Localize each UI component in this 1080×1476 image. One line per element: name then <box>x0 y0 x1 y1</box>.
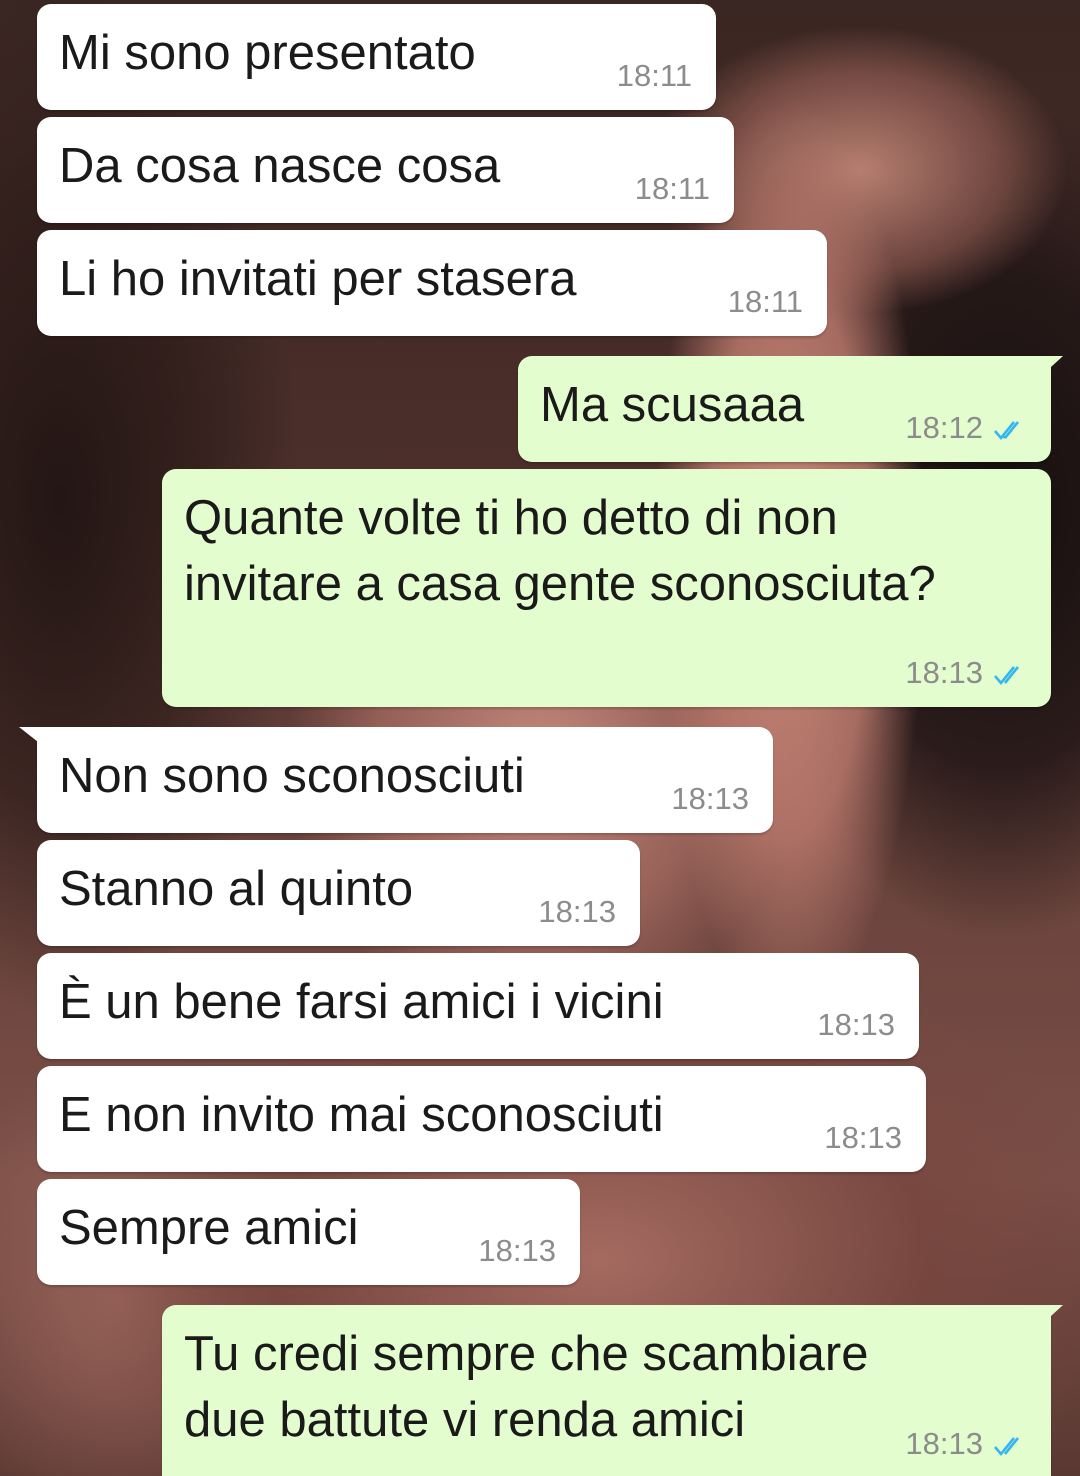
message-text: E non invito mai sconosciuti <box>59 1088 664 1142</box>
message-text: Mi sono presentato <box>59 26 476 80</box>
message-timestamp: 18:13 <box>538 894 616 929</box>
message-bubble-outgoing[interactable]: Quante volte ti ho detto di non invitare… <box>162 469 1051 707</box>
message-text-line: invitare a casa gente sconosciuta? <box>184 557 936 611</box>
message-bubble-incoming[interactable]: È un bene farsi amici i vicini 18:13 <box>37 953 919 1059</box>
message-text-line: Quante volte ti ho detto di non <box>184 491 838 545</box>
message-bubble-incoming[interactable]: Sempre amici 18:13 <box>37 1179 580 1285</box>
message-timestamp: 18:13 <box>478 1233 556 1268</box>
message-text: Sempre amici <box>59 1201 359 1255</box>
message-timestamp: 18:13 <box>817 1007 895 1042</box>
message-timestamp: 18:13 <box>824 1120 902 1155</box>
bubble-tail <box>19 727 47 749</box>
message-text: Li ho invitati per stasera <box>59 252 577 306</box>
message-timestamp: 18:12 <box>905 410 983 445</box>
message-bubble-incoming[interactable]: Stanno al quinto 18:13 <box>37 840 640 946</box>
double-check-icon <box>994 1437 1020 1457</box>
message-timestamp: 18:13 <box>671 781 749 816</box>
message-bubble-outgoing[interactable]: Ma scusaaa 18:12 <box>518 356 1063 462</box>
message-bubble-outgoing[interactable]: Tu credi sempre che scambiare due battut… <box>162 1305 1063 1476</box>
message-text-line: due battute vi renda amici <box>184 1393 746 1447</box>
message-text: Da cosa nasce cosa <box>59 139 501 193</box>
message-timestamp: 18:13 <box>905 1426 983 1461</box>
double-check-icon <box>994 666 1020 686</box>
message-timestamp: 18:11 <box>616 58 692 93</box>
message-bubble-incoming[interactable]: Non sono sconosciuti 18:13 <box>19 727 773 833</box>
message-bubble-incoming[interactable]: Da cosa nasce cosa 18:11 <box>37 117 734 223</box>
message-bubble-incoming[interactable]: Li ho invitati per stasera 18:11 <box>37 230 827 336</box>
message-timestamp: 18:13 <box>905 655 983 690</box>
message-meta: 18:12 <box>905 410 1027 446</box>
message-timestamp: 18:11 <box>727 284 803 319</box>
message-meta: 18:13 <box>905 1426 1027 1462</box>
message-text: Stanno al quinto <box>59 862 414 916</box>
message-text-line: Tu credi sempre che scambiare <box>184 1327 869 1381</box>
message-text: È un bene farsi amici i vicini <box>59 975 664 1029</box>
bubble-tail <box>1039 1305 1063 1327</box>
message-bubble-incoming[interactable]: Mi sono presentato 18:11 <box>37 4 716 110</box>
double-check-icon <box>994 421 1020 441</box>
message-timestamp: 18:11 <box>634 171 710 206</box>
bubble-tail <box>1039 356 1063 378</box>
message-meta: 18:13 <box>905 655 1027 691</box>
message-bubble-incoming[interactable]: E non invito mai sconosciuti 18:13 <box>37 1066 926 1172</box>
message-text: Ma scusaaa <box>540 378 805 432</box>
message-text: Non sono sconosciuti <box>59 749 525 803</box>
